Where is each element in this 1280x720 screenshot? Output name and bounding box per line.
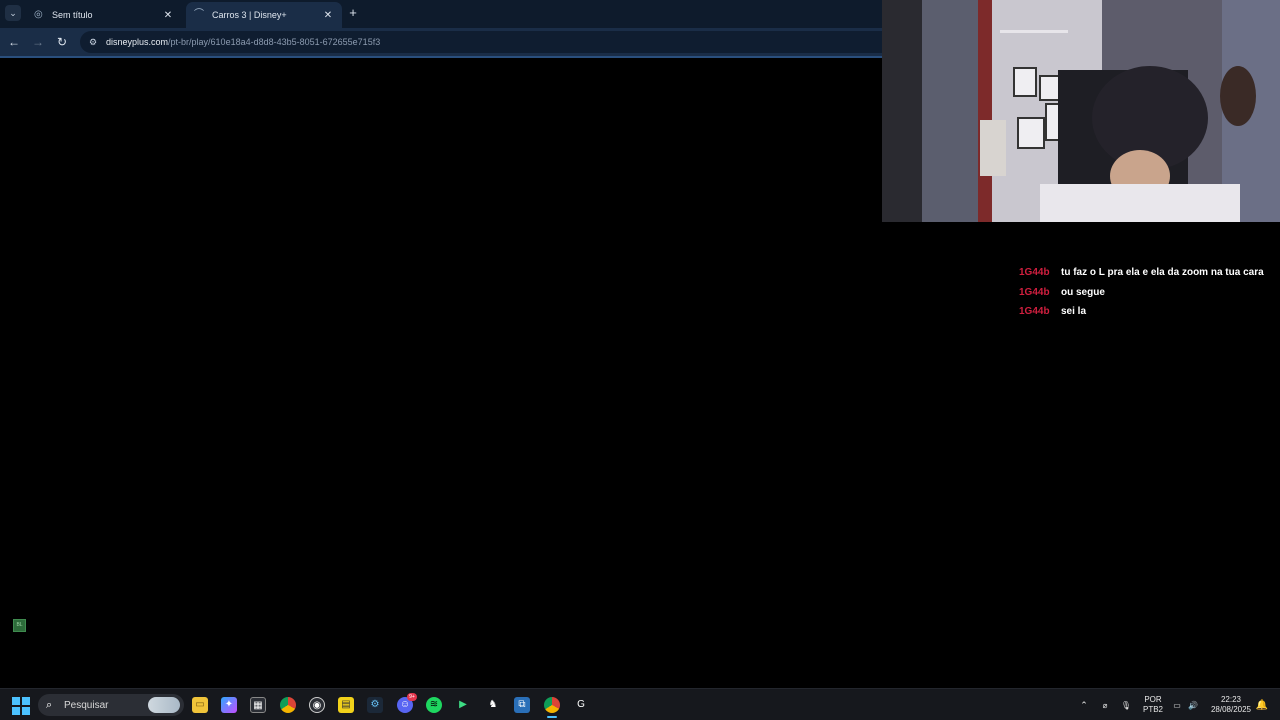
chat-text: tu faz o L pra ela e ela da zoom na tua … <box>1061 267 1264 279</box>
tab-title: Sem título <box>52 10 93 20</box>
webcam-overlay <box>882 0 1280 222</box>
search-icon: ⌕ <box>46 698 53 711</box>
globe-icon: ◎ <box>34 9 43 20</box>
overlay-badge: BL <box>13 619 26 632</box>
display-icon[interactable]: ▭ <box>1170 689 1184 720</box>
site-info-icon[interactable]: ⚙ <box>86 37 100 48</box>
steam-icon[interactable]: ⚙ <box>367 697 383 713</box>
disney-icon: ⌒ <box>194 9 204 20</box>
language-code: POR <box>1144 695 1162 704</box>
chat-message: 1G44b sei la <box>1019 302 1274 322</box>
tab-search-button[interactable]: ⌄ <box>5 5 21 21</box>
file-explorer-icon[interactable]: ▭ <box>192 697 208 713</box>
sapo-icon[interactable]: ♞ <box>485 697 501 713</box>
notification-bell-icon[interactable]: 🔔 <box>1255 689 1269 720</box>
launcher-icon[interactable]: G <box>573 697 589 713</box>
tray-chevron-icon[interactable]: ⌃ <box>1077 689 1091 720</box>
sticky-notes-icon[interactable]: ▤ <box>338 697 354 713</box>
keyboard-layout: PTB2 <box>1142 705 1163 714</box>
android-studio-icon[interactable]: ▶ <box>455 697 471 713</box>
tab-sem-titulo[interactable]: ◎ Sem título ✕ <box>26 2 182 28</box>
chat-text: ou segue <box>1061 286 1105 298</box>
chat-message: 1G44b ou segue <box>1019 283 1274 303</box>
close-icon[interactable]: ✕ <box>162 10 174 21</box>
address-bar[interactable]: ⚙ disneyplus.com /pt-br/play/610e18a4-d8… <box>80 31 900 53</box>
search-placeholder: Pesquisar <box>64 699 109 711</box>
obs-icon[interactable]: ◉ <box>309 697 325 713</box>
taskbar-search[interactable]: ⌕ Pesquisar <box>38 694 184 716</box>
tab-title: Carros 3 | Disney+ <box>212 10 287 20</box>
language-indicator[interactable]: POR PTB2 <box>1142 689 1164 720</box>
url-path: /pt-br/play/610e18a4-d8d8-43b5-8051-6726… <box>168 37 381 47</box>
windows-start-button[interactable] <box>12 697 30 715</box>
clock-date: 28/08/2025 <box>1210 705 1252 714</box>
new-tab-button[interactable]: + <box>346 6 360 20</box>
discord-badge: 9+ <box>407 693 417 701</box>
reload-button[interactable]: ↻ <box>54 34 70 50</box>
back-button[interactable]: ← <box>6 34 22 50</box>
spotify-icon[interactable]: ≋ <box>426 697 442 713</box>
chat-username: 1G44b <box>1019 286 1050 298</box>
chat-username: 1G44b <box>1019 267 1050 279</box>
forward-button[interactable]: → <box>30 34 46 50</box>
chat-text: sei la <box>1061 306 1087 318</box>
microsoft-store-icon[interactable]: ▦ <box>250 697 266 713</box>
microphone-icon[interactable]: 🎙 <box>1119 689 1133 720</box>
webcam-image <box>882 0 1280 222</box>
chat-username: 1G44b <box>1019 306 1050 318</box>
chrome-icon[interactable] <box>280 697 296 713</box>
chrome-active-icon[interactable] <box>544 697 560 718</box>
url-host: disneyplus.com <box>106 37 169 47</box>
clock-time: 22:23 <box>1220 695 1242 704</box>
clock[interactable]: 22:23 28/08/2025 <box>1206 689 1256 720</box>
search-highlight-image <box>148 697 180 713</box>
volume-icon[interactable]: 🔊 <box>1186 689 1200 720</box>
chat-message: 1G44b tu faz o L pra ela e ela da zoom n… <box>1019 263 1274 283</box>
copilot-icon[interactable]: ✦ <box>221 697 237 713</box>
tab-disney[interactable]: ⌒ Carros 3 | Disney+ ✕ <box>186 2 342 28</box>
close-icon[interactable]: ✕ <box>322 10 334 21</box>
network-off-icon[interactable]: ⌀ <box>1098 689 1112 720</box>
chat-overlay: 1G44b tu faz o L pra ela e ela da zoom n… <box>1019 263 1274 322</box>
taskbar: ⌕ Pesquisar ▭ ✦ ▦ ◉ ▤ ⚙ ☺ ≋ ▶ ♞ ⧉ G ⌃ ⌀ … <box>0 688 1280 720</box>
capcut-icon[interactable]: ⧉ <box>514 697 530 713</box>
